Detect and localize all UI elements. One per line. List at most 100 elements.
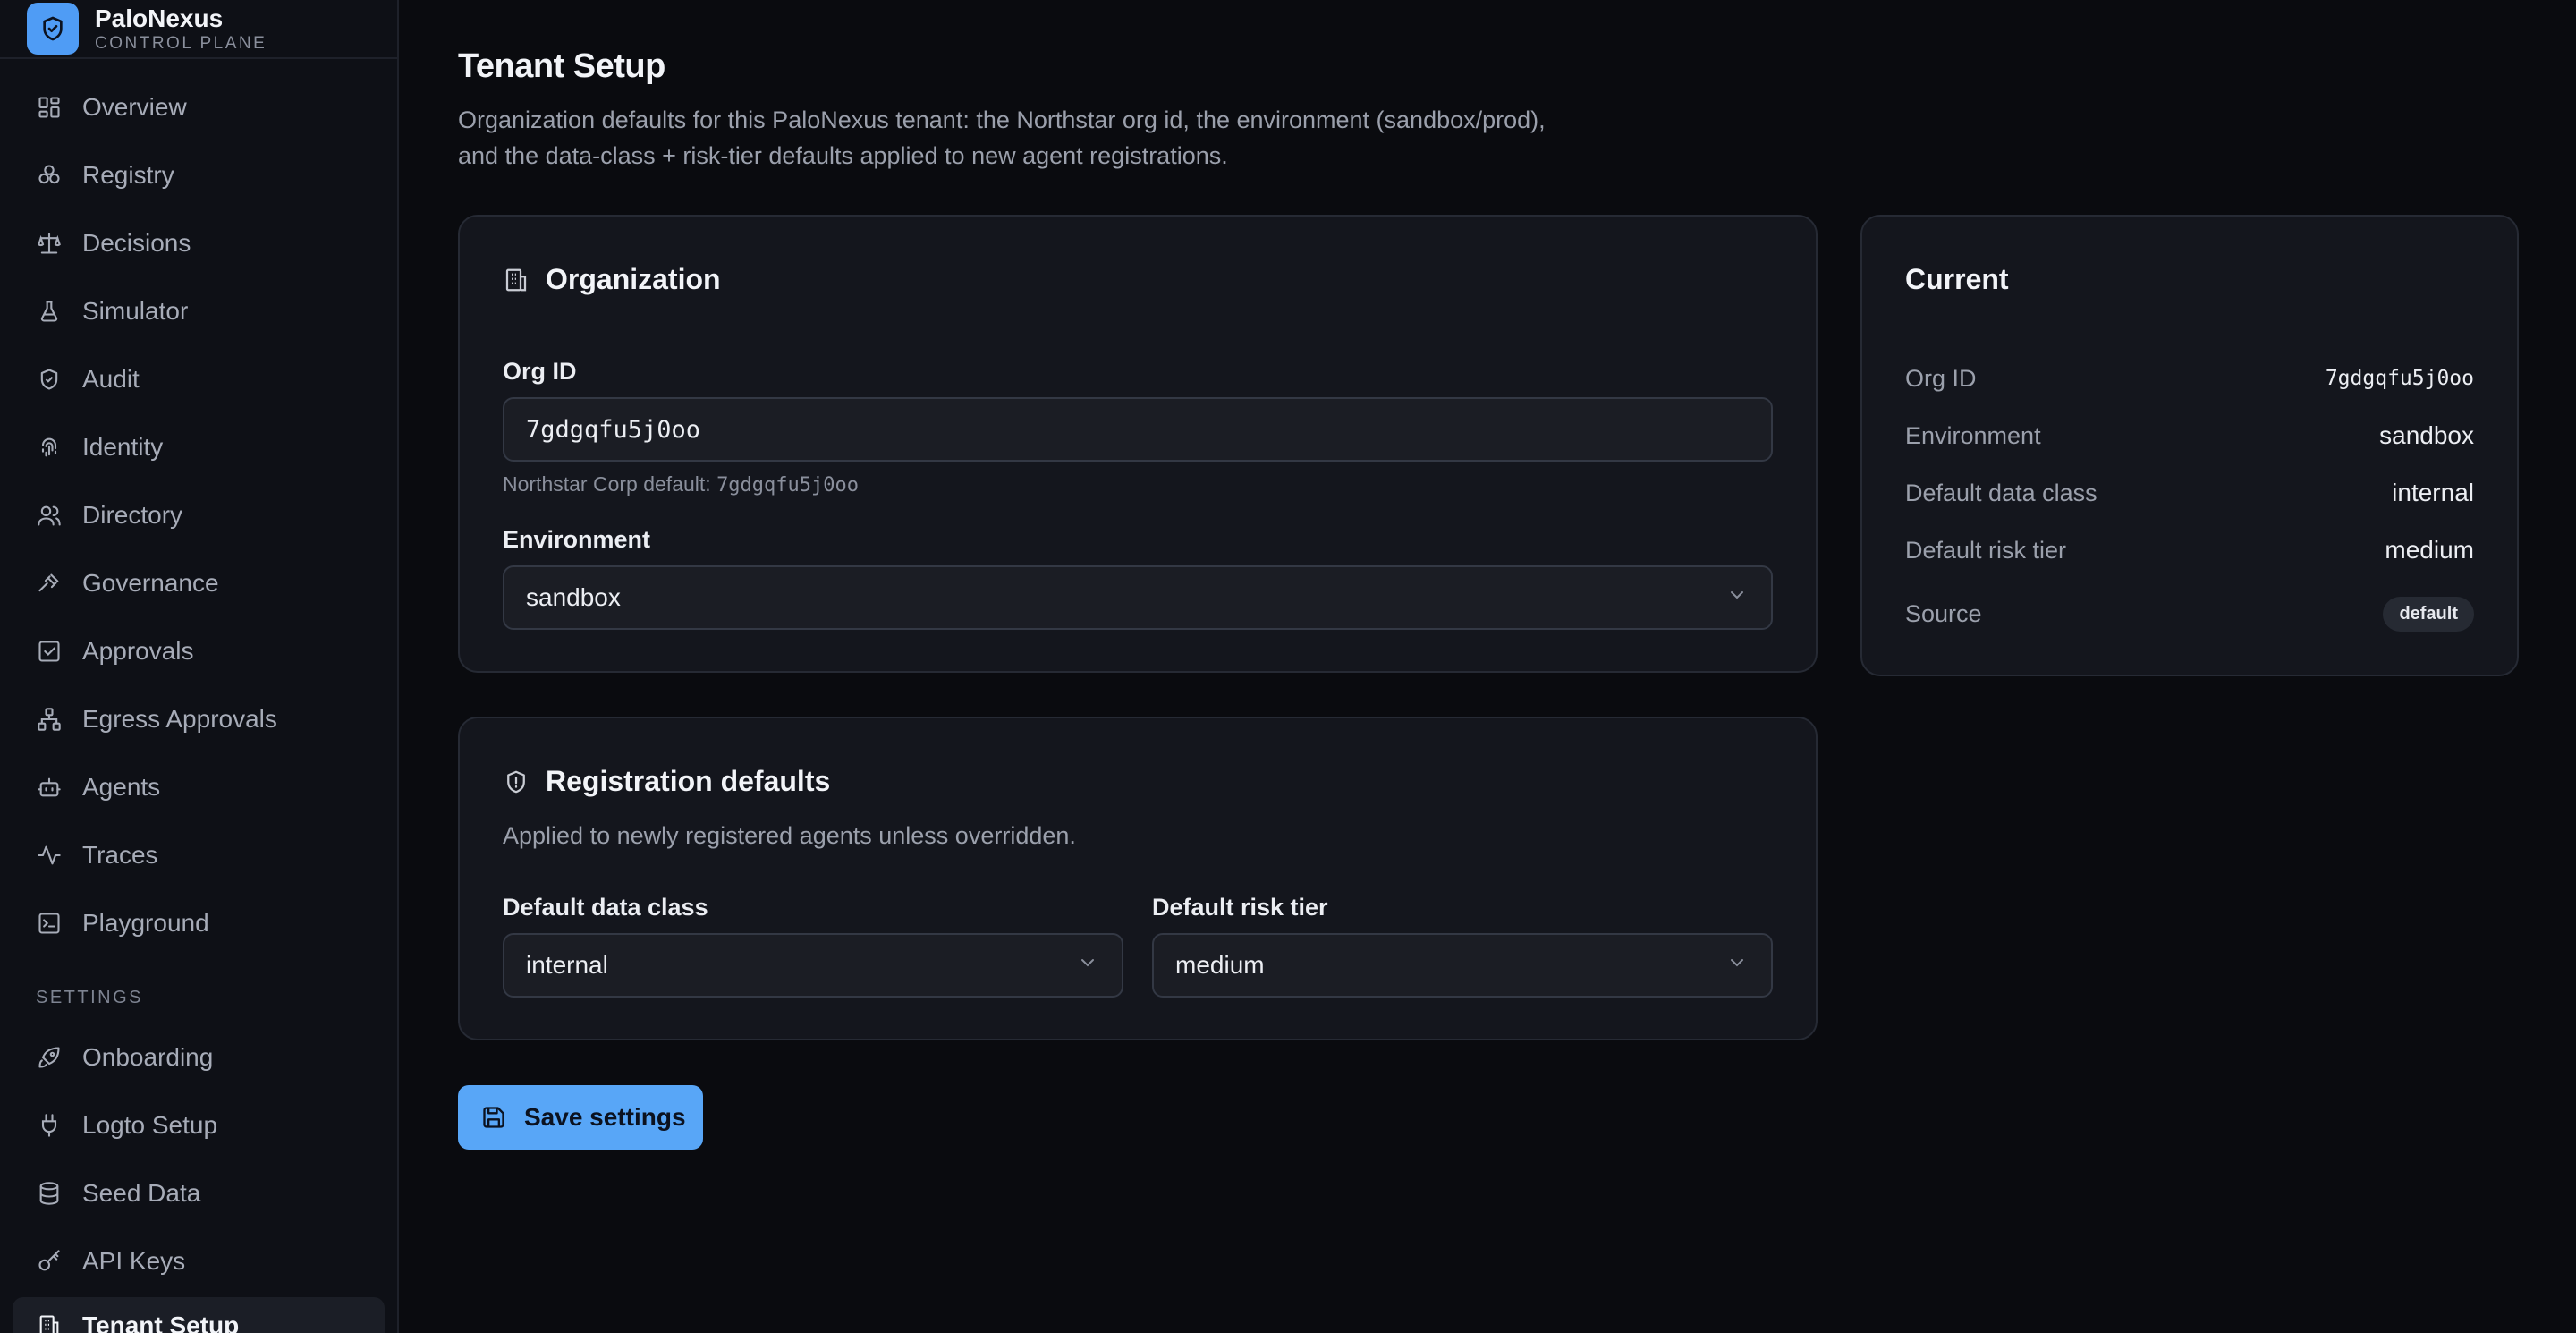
plug-icon (36, 1112, 63, 1139)
current-row-key: Environment (1905, 421, 2041, 449)
sidebar-item-label: Traces (82, 841, 158, 869)
chevron-down-icon (1077, 951, 1098, 980)
page-title: Tenant Setup (458, 47, 665, 85)
current-row-key: Org ID (1905, 364, 1977, 392)
org-id-hint: Northstar Corp default: 7gdgqfu5j0oo (503, 472, 859, 497)
brand-subtitle: CONTROL PLANE (95, 34, 267, 54)
bot-icon (36, 774, 63, 801)
organization-card: Organization Org ID 7gdgqfu5j0oo Northst… (458, 215, 1818, 673)
dashboard-icon (36, 94, 63, 121)
sidebar-item-label: Approvals (82, 637, 194, 665)
current-row-data-class: Default data class internal (1905, 475, 2474, 511)
data-class-select-value: internal (526, 951, 608, 979)
save-icon (481, 1104, 508, 1131)
gavel-icon (36, 570, 63, 597)
sidebar-item-label: Tenant Setup (82, 1312, 240, 1333)
key-icon (36, 1248, 63, 1275)
sidebar-item-api-keys[interactable]: API Keys (13, 1233, 385, 1290)
sidebar-item-approvals[interactable]: Approvals (13, 623, 385, 680)
org-id-input[interactable]: 7gdgqfu5j0oo (503, 397, 1773, 462)
sidebar-item-label: Playground (82, 909, 209, 937)
environment-label: Environment (503, 526, 651, 553)
environment-select[interactable]: sandbox (503, 565, 1773, 630)
sidebar-item-seed-data[interactable]: Seed Data (13, 1165, 385, 1222)
sidebar-item-identity[interactable]: Identity (13, 419, 385, 476)
risk-tier-label: Default risk tier (1152, 894, 1328, 921)
registration-title-text: Registration defaults (546, 765, 831, 797)
sidebar-item-label: Registry (82, 161, 174, 189)
current-row-source: Source default (1905, 596, 2474, 632)
risk-tier-select-value: medium (1175, 951, 1265, 979)
scale-icon (36, 230, 63, 257)
page-description: Organization defaults for this PaloNexus… (458, 102, 1710, 174)
current-row-value: 7gdgqfu5j0oo (2325, 367, 2474, 390)
current-row-key: Default risk tier (1905, 536, 2067, 564)
registration-card-title: Registration defaults (503, 765, 830, 798)
network-icon (36, 706, 63, 733)
sidebar-item-label: Identity (82, 433, 164, 461)
boxes-icon (36, 162, 63, 189)
chevron-down-icon (1726, 951, 1748, 980)
sidebar-item-directory[interactable]: Directory (13, 487, 385, 544)
sidebar-item-label: Audit (82, 365, 140, 393)
organization-title-text: Organization (546, 263, 721, 295)
risk-tier-select[interactable]: medium (1152, 933, 1773, 998)
sidebar-item-registry[interactable]: Registry (13, 147, 385, 204)
activity-icon (36, 842, 63, 869)
sidebar: PaloNexus CONTROL PLANE Overview Registr… (0, 0, 399, 1333)
sidebar-item-playground[interactable]: Playground (13, 895, 385, 952)
sidebar-item-governance[interactable]: Governance (13, 555, 385, 612)
sidebar-item-agents[interactable]: Agents (13, 759, 385, 816)
fingerprint-icon (36, 434, 63, 461)
building-icon (503, 267, 530, 293)
checkbox-icon (36, 638, 63, 665)
sidebar-item-label: Agents (82, 773, 161, 801)
sidebar-item-overview[interactable]: Overview (13, 79, 385, 136)
shield-check-icon (36, 366, 63, 393)
current-row-key: Default data class (1905, 479, 2097, 506)
sidebar-item-onboarding[interactable]: Onboarding (13, 1029, 385, 1086)
organization-card-title: Organization (503, 263, 721, 296)
page-description-line-1: Organization defaults for this PaloNexus… (458, 106, 1546, 133)
sidebar-item-traces[interactable]: Traces (13, 827, 385, 884)
sidebar-item-audit[interactable]: Audit (13, 351, 385, 408)
chevron-down-icon (1726, 583, 1748, 612)
flask-icon (36, 298, 63, 325)
sidebar-item-logto-setup[interactable]: Logto Setup (13, 1097, 385, 1154)
org-id-label: Org ID (503, 358, 577, 385)
brand-name: PaloNexus (95, 4, 224, 32)
rocket-icon (36, 1044, 63, 1071)
environment-select-value: sandbox (526, 583, 621, 611)
sidebar-item-label: API Keys (82, 1247, 186, 1275)
org-id-hint-value: 7gdgqfu5j0oo (716, 474, 860, 497)
sidebar-item-label: Decisions (82, 229, 191, 257)
sidebar-item-simulator[interactable]: Simulator (13, 283, 385, 340)
registration-defaults-card: Registration defaults Applied to newly r… (458, 717, 1818, 1040)
current-row-value: medium (2385, 536, 2474, 564)
save-settings-button[interactable]: Save settings (458, 1085, 703, 1150)
sidebar-item-label: Simulator (82, 297, 189, 325)
current-row-key: Source (1905, 599, 1982, 627)
registration-subtitle: Applied to newly registered agents unles… (503, 822, 1076, 849)
sidebar-item-label: Logto Setup (82, 1111, 218, 1139)
page-description-line-2: and the data-class + risk-tier defaults … (458, 142, 1228, 169)
database-icon (36, 1180, 63, 1207)
sidebar-item-label: Overview (82, 93, 187, 121)
sidebar-item-decisions[interactable]: Decisions (13, 215, 385, 272)
sidebar-item-label: Directory (82, 501, 183, 529)
current-row-value: internal (2392, 479, 2474, 506)
settings-section-label: SETTINGS (36, 988, 144, 1007)
sidebar-item-label: Egress Approvals (82, 705, 277, 733)
brand: PaloNexus CONTROL PLANE (0, 0, 397, 59)
shield-icon (503, 768, 530, 795)
data-class-select[interactable]: internal (503, 933, 1123, 998)
sidebar-item-tenant-setup[interactable]: Tenant Setup (13, 1297, 385, 1333)
save-settings-label: Save settings (524, 1103, 686, 1131)
users-icon (36, 502, 63, 529)
current-row-value: sandbox (2379, 421, 2474, 449)
source-badge: default (2383, 596, 2474, 632)
terminal-icon (36, 910, 63, 937)
sidebar-item-label: Seed Data (82, 1179, 201, 1207)
current-row-environment: Environment sandbox (1905, 418, 2474, 454)
sidebar-item-egress-approvals[interactable]: Egress Approvals (13, 691, 385, 748)
